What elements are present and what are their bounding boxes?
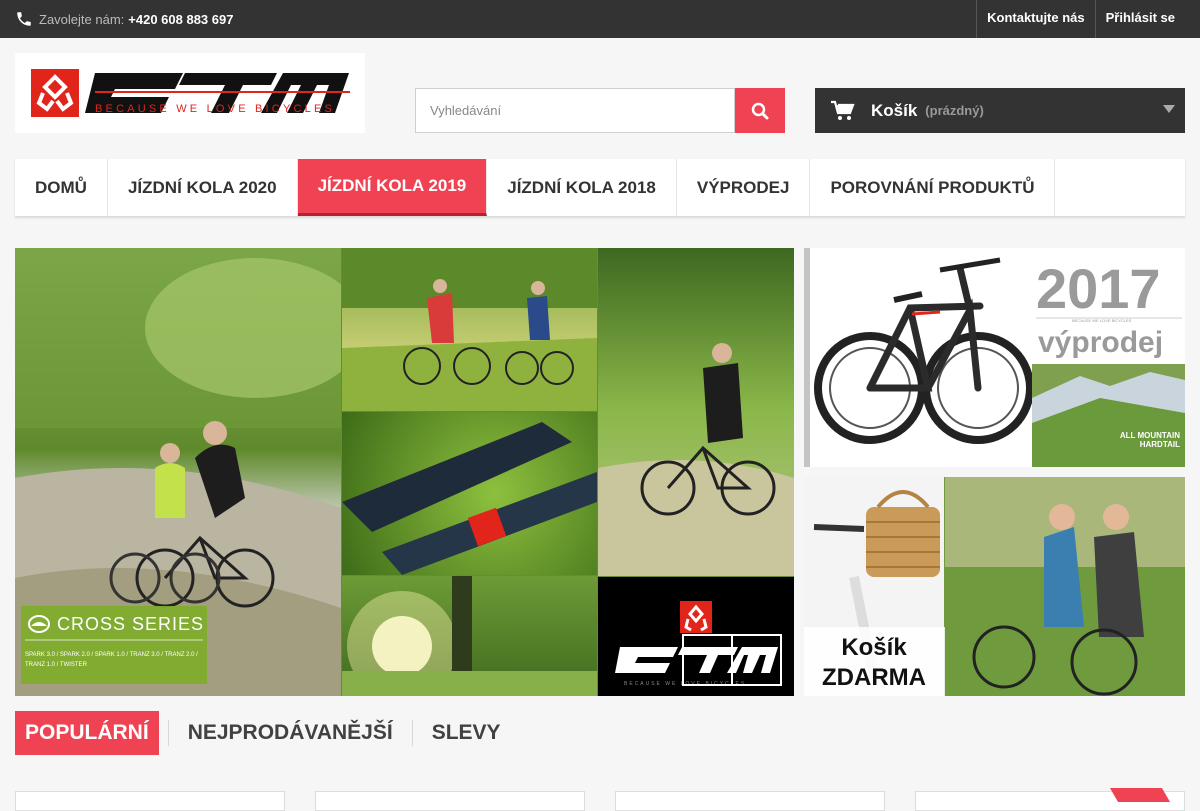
free-basket-banner[interactable]: Košík ZDARMA [804,477,1185,696]
tab-divider [411,720,413,746]
search-icon [751,102,769,119]
ctm-logo-graphic: BECAUSE WE LOVE BICYCLES [31,69,350,117]
site-logo[interactable]: BECAUSE WE LOVE BICYCLES [15,53,365,133]
top-bar: Zavolejte nám: +420 608 883 697 Kontaktu… [0,0,1200,38]
cart-status: (prázdný) [925,103,984,118]
hero-slider[interactable]: CROSS SERIES SPARK 3.0 / SPARK 2.0 / SPA… [15,248,794,696]
contact-us-link[interactable]: Kontaktujte nás [976,0,1095,38]
tab-divider [167,720,169,746]
slide-photo-rider [598,248,794,576]
logo-tagline: BECAUSE WE LOVE BICYCLES [95,103,335,115]
slide-photo-sunset [342,576,597,696]
main-nav: DOMŮ JÍZDNÍ KOLA 2020 JÍZDNÍ KOLA 2019 J… [15,159,1185,216]
sign-in-link[interactable]: Přihlásit se [1094,0,1185,38]
nav-item-bikes-2018[interactable]: JÍZDNÍ KOLA 2018 [487,159,677,216]
slide-photo-couple [342,248,597,411]
sale-title: výprodej [1038,326,1163,359]
product-card[interactable] [15,791,285,811]
cart-title: Košík [871,100,918,120]
sale-subtitle-2: HARDTAIL [1140,440,1180,449]
cart-button[interactable]: Košík (prázdný) [815,88,1185,133]
tab-bestsellers[interactable]: NEJPRODÁVANĚJŠÍ [178,711,403,755]
sale-year: 2017 [1036,257,1161,320]
chevron-down-icon[interactable] [1163,105,1175,113]
account-links: Kontaktujte nás Přihlásit se [976,0,1185,38]
tab-discounts[interactable]: SLEVY [422,711,511,755]
nav-item-home[interactable]: DOMŮ [15,159,108,216]
nav-item-sale[interactable]: VÝPRODEJ [677,159,811,216]
basket-line-2: ZDARMA [822,664,926,691]
product-tabs: POPULÁRNÍ NEJPRODÁVANĚJŠÍ SLEVY [15,711,511,755]
search-input[interactable] [415,88,735,133]
phone-number: +420 608 883 697 [128,11,234,27]
sale-subtitle-1: ALL MOUNTAIN [1120,431,1180,440]
product-card[interactable] [315,791,585,811]
series-title: CROSS SERIES [57,614,204,634]
product-card[interactable] [615,791,885,811]
basket-line-1: Košík [841,634,907,661]
nav-item-compare[interactable]: POROVNÁNÍ PRODUKTŮ [810,159,1056,216]
search-bar [415,88,785,133]
tab-popular[interactable]: POPULÁRNÍ [15,711,159,755]
phone-icon [17,12,31,26]
cart-icon [831,100,855,120]
slider-controls [682,634,782,686]
series-models: SPARK 3.0 / SPARK 2.0 / SPARK 1.0 / TRAN… [25,652,198,668]
slider-next-button[interactable] [734,636,782,684]
sale-2017-banner[interactable]: 2017 BECAUSE WE LOVE BICYCLES výprodej A… [804,248,1185,467]
contact-label: Zavolejte nám: [39,11,125,27]
sale-tagline: BECAUSE WE LOVE BICYCLES [1072,318,1132,323]
nav-item-bikes-2019[interactable]: JÍZDNÍ KOLA 2019 [297,159,488,216]
slide-photo-bike-detail [342,412,597,575]
search-button[interactable] [735,88,785,133]
product-card[interactable] [915,788,1185,811]
slider-prev-button[interactable] [684,636,733,684]
contact-info: Zavolejte nám: +420 608 883 697 [15,0,233,38]
slide-photo-cyclists: CROSS SERIES SPARK 3.0 / SPARK 2.0 / SPA… [15,248,341,696]
nav-item-bikes-2020[interactable]: JÍZDNÍ KOLA 2020 [108,159,298,216]
